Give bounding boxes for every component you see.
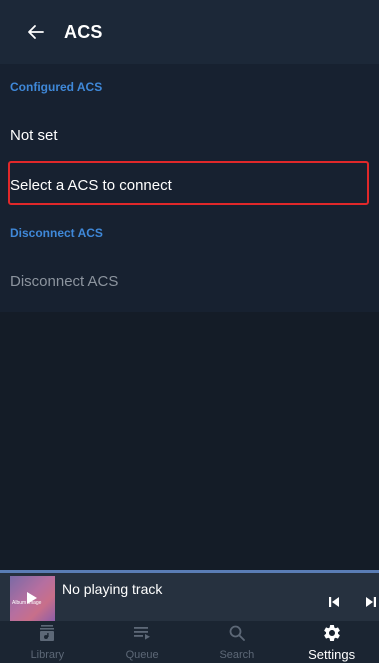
screen: ACS Configured ACS Not set Select a ACS … <box>0 0 379 663</box>
disconnect-acs-item: Disconnect ACS <box>0 256 379 306</box>
nav-item-search[interactable]: Search <box>190 621 285 663</box>
nav-label-queue: Queue <box>125 649 159 661</box>
nav-item-library[interactable]: Library <box>0 621 95 663</box>
skip-next-button[interactable] <box>364 595 379 613</box>
nav-item-settings[interactable]: Settings <box>284 621 379 663</box>
app-bar: ACS <box>0 0 379 64</box>
play-icon[interactable] <box>26 591 38 610</box>
skip-next-icon <box>364 596 378 613</box>
page-title: ACS <box>64 21 103 42</box>
nav-label-settings: Settings <box>308 647 356 662</box>
disconnect-acs-label: Disconnect ACS <box>10 272 119 290</box>
back-button[interactable] <box>8 4 64 60</box>
settings-list: Configured ACS Not set Select a ACS to c… <box>0 64 379 312</box>
skip-previous-icon <box>327 596 341 613</box>
arrow-left-icon <box>26 22 46 42</box>
bottom-navigation: Library Queue Search Settings <box>0 621 379 663</box>
configured-acs-value-label: Not set <box>10 126 58 144</box>
skip-previous-button[interactable] <box>327 595 345 613</box>
nav-label-search: Search <box>219 649 255 661</box>
album-art[interactable]: Album Image <box>10 576 55 621</box>
section-header-configured-acs: Configured ACS <box>10 80 103 94</box>
queue-icon <box>133 623 151 643</box>
track-title: No playing track <box>62 581 163 597</box>
configured-acs-value[interactable]: Not set <box>0 110 379 160</box>
nav-item-queue[interactable]: Queue <box>95 621 190 663</box>
mini-player[interactable]: Album Image No playing track <box>0 570 379 621</box>
gear-icon <box>322 623 342 643</box>
search-icon <box>229 623 245 643</box>
nav-label-library: Library <box>30 649 65 661</box>
library-icon <box>39 623 55 643</box>
select-acs-item[interactable]: Select a ACS to connect <box>0 160 379 210</box>
select-acs-label: Select a ACS to connect <box>10 176 172 194</box>
section-header-disconnect-acs: Disconnect ACS <box>10 226 103 240</box>
